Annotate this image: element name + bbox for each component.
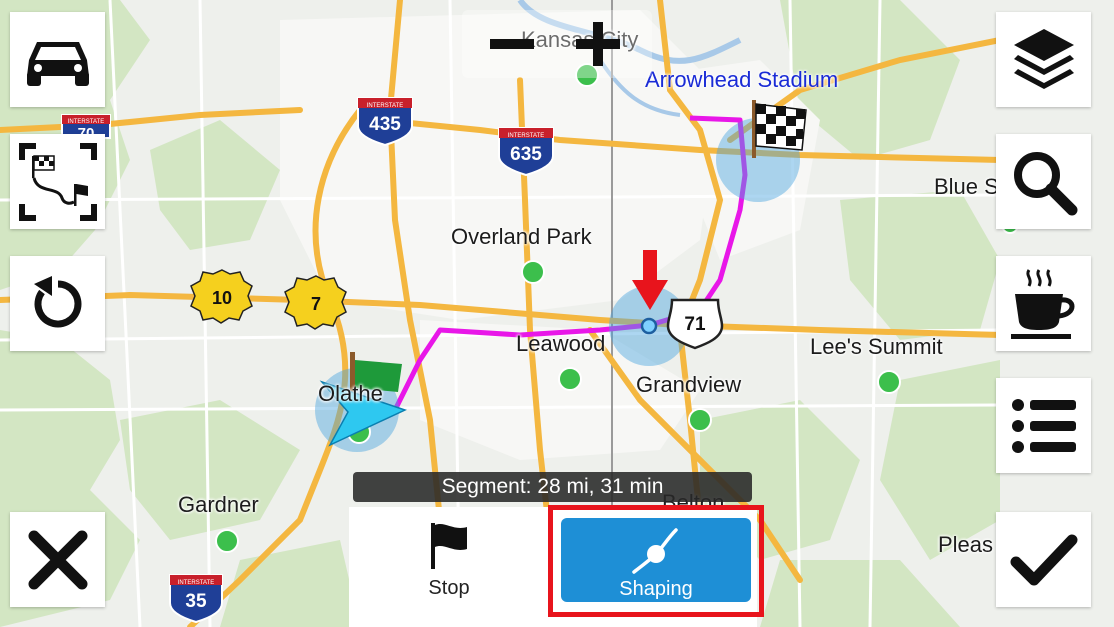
city-label: Gardner bbox=[178, 492, 259, 517]
svg-text:35: 35 bbox=[185, 591, 207, 612]
route-overview-icon bbox=[18, 142, 97, 221]
flag-icon bbox=[431, 523, 467, 569]
city-label: Leawood bbox=[516, 331, 606, 356]
zoom-in-button[interactable] bbox=[558, 10, 638, 78]
city-label: Grandview bbox=[636, 372, 742, 397]
svg-text:INTERSTATE: INTERSTATE bbox=[508, 133, 544, 139]
stop-label: Stop bbox=[428, 577, 470, 599]
svg-text:435: 435 bbox=[369, 114, 401, 135]
city-label: Overland Park bbox=[451, 224, 592, 249]
svg-text:INTERSTATE: INTERSTATE bbox=[367, 103, 403, 109]
cancel-button[interactable] bbox=[10, 512, 105, 607]
minus-icon bbox=[490, 39, 534, 49]
services-button[interactable] bbox=[996, 256, 1091, 351]
city-label: Pleas bbox=[938, 532, 994, 557]
city-label: Olathe bbox=[318, 381, 383, 406]
layers-icon bbox=[1013, 28, 1074, 89]
car-icon bbox=[26, 41, 89, 86]
shaping-label: Shaping bbox=[619, 578, 693, 600]
undo-icon bbox=[33, 275, 81, 327]
segment-info: Segment: 28 mi, 31 min bbox=[353, 472, 752, 502]
zoom-out-button[interactable] bbox=[472, 10, 552, 78]
shaping-point-marker[interactable] bbox=[640, 317, 658, 335]
city-label: Lee's Summit bbox=[810, 334, 943, 359]
map-layers-button[interactable] bbox=[996, 12, 1091, 107]
close-icon bbox=[28, 530, 87, 589]
route-list-button[interactable] bbox=[996, 378, 1091, 473]
interstate-shield: INTERSTATE 35 bbox=[169, 574, 223, 624]
svg-text:7: 7 bbox=[311, 294, 321, 314]
svg-text:71: 71 bbox=[684, 314, 706, 335]
search-button[interactable] bbox=[996, 134, 1091, 229]
list-icon bbox=[1011, 398, 1076, 453]
plus-icon bbox=[576, 22, 620, 66]
poi-label-arrowhead-stadium[interactable]: Arrowhead Stadium bbox=[645, 67, 838, 93]
svg-text:INTERSTATE: INTERSTATE bbox=[178, 580, 214, 586]
checkmark-icon bbox=[1010, 534, 1077, 585]
point-type-selector: Stop Shaping bbox=[349, 507, 757, 627]
vehicle-button[interactable] bbox=[10, 12, 105, 107]
route-overview-button[interactable] bbox=[10, 134, 105, 229]
undo-button[interactable] bbox=[10, 256, 105, 351]
stop-button[interactable]: Stop bbox=[349, 507, 549, 627]
svg-text:635: 635 bbox=[510, 144, 542, 165]
annotation-arrow-icon bbox=[632, 250, 668, 310]
svg-text:10: 10 bbox=[212, 288, 232, 308]
shaping-point-icon bbox=[632, 528, 678, 574]
search-icon bbox=[1013, 151, 1077, 215]
interstate-shield: INTERSTATE 435 bbox=[357, 97, 413, 147]
coffee-cup-icon bbox=[1010, 268, 1074, 339]
confirm-button[interactable] bbox=[996, 512, 1091, 607]
zoom-controls bbox=[462, 10, 652, 78]
city-label: Blue S bbox=[934, 174, 999, 199]
shaping-button[interactable]: Shaping bbox=[561, 518, 751, 602]
interstate-shield: INTERSTATE 635 bbox=[498, 127, 554, 177]
